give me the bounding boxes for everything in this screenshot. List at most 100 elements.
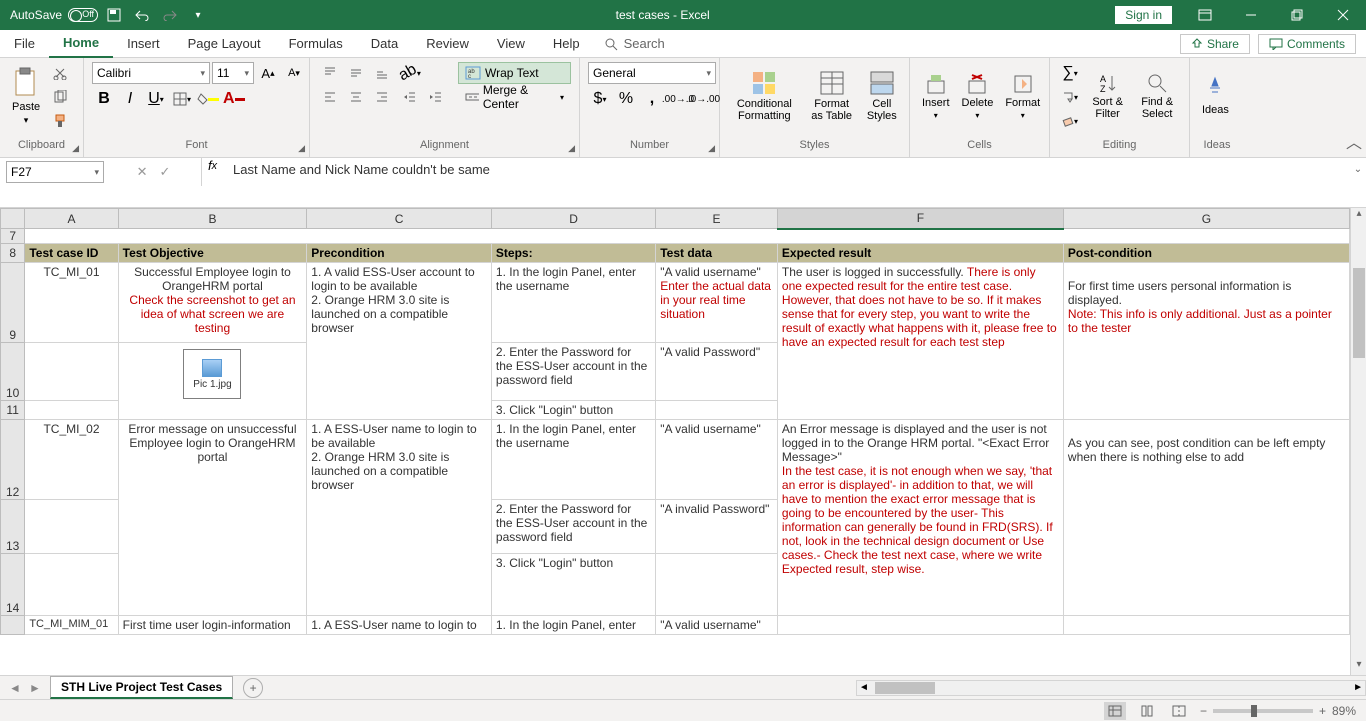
col-header-a[interactable]: A — [25, 209, 118, 229]
align-bottom-button[interactable] — [370, 62, 394, 84]
normal-view-button[interactable] — [1104, 702, 1126, 720]
align-center-button[interactable] — [344, 86, 368, 108]
tab-insert[interactable]: Insert — [113, 30, 174, 58]
conditional-formatting-button[interactable]: Conditional Formatting — [728, 62, 801, 130]
clipboard-launcher[interactable]: ◢ — [72, 143, 79, 154]
cell-c12[interactable]: 1. A ESS-User name to login to be availa… — [307, 420, 492, 616]
accounting-button[interactable]: $▾ — [588, 88, 612, 110]
cell-f9[interactable]: The user is logged in successfully. Ther… — [777, 263, 1063, 420]
cell-b12[interactable]: Error message on unsuccessful Employee l… — [118, 420, 307, 616]
cell-g9[interactable]: For first time users personal informatio… — [1063, 263, 1349, 420]
comma-button[interactable]: , — [640, 88, 664, 110]
cell-f8[interactable]: Expected result — [777, 244, 1063, 263]
cell-e15[interactable]: "A valid username" — [656, 616, 778, 635]
italic-button[interactable]: I — [118, 88, 142, 110]
orientation-button[interactable]: ab▾ — [398, 62, 422, 84]
col-header-c[interactable]: C — [307, 209, 492, 229]
maximize-button[interactable] — [1274, 0, 1320, 30]
sort-filter-button[interactable]: AZSort & Filter — [1086, 62, 1129, 130]
name-box[interactable]: F27▾ — [6, 161, 104, 183]
ribbon-display-icon[interactable] — [1182, 0, 1228, 30]
cell-c8[interactable]: Precondition — [307, 244, 492, 263]
new-sheet-button[interactable]: + — [243, 678, 263, 698]
signin-button[interactable]: Sign in — [1115, 6, 1172, 24]
cell-e8[interactable]: Test data — [656, 244, 778, 263]
fill-button[interactable]: ▾ — [1058, 86, 1082, 108]
tab-review[interactable]: Review — [412, 30, 483, 58]
zoom-out-button[interactable]: − — [1200, 704, 1207, 718]
cut-button[interactable] — [48, 62, 72, 84]
row-header-10[interactable]: 10 — [1, 343, 25, 401]
cell-e13[interactable]: "A invalid Password" — [656, 500, 778, 554]
page-break-view-button[interactable] — [1168, 702, 1190, 720]
hscroll-thumb[interactable] — [875, 682, 935, 694]
cell-f12[interactable]: An Error message is displayed and the us… — [777, 420, 1063, 616]
alignment-launcher[interactable]: ◢ — [568, 143, 575, 154]
wrap-text-button[interactable]: abcWrap Text — [458, 62, 571, 84]
cell-b8[interactable]: Test Objective — [118, 244, 307, 263]
cell-e11[interactable] — [656, 401, 778, 420]
fill-color-button[interactable] — [196, 88, 220, 110]
col-header-b[interactable]: B — [118, 209, 307, 229]
tab-home[interactable]: Home — [49, 30, 113, 58]
row-header-13[interactable]: 13 — [1, 500, 25, 554]
align-right-button[interactable] — [370, 86, 394, 108]
tab-formulas[interactable]: Formulas — [275, 30, 357, 58]
scroll-down-icon[interactable]: ▾ — [1351, 659, 1366, 675]
undo-button[interactable] — [130, 3, 154, 27]
tab-page-layout[interactable]: Page Layout — [174, 30, 275, 58]
align-top-button[interactable] — [318, 62, 342, 84]
format-as-table-button[interactable]: Format as Table — [805, 62, 859, 130]
row-header-9[interactable]: 9 — [1, 263, 25, 343]
cell-a10[interactable] — [25, 343, 118, 401]
cell-a11[interactable] — [25, 401, 118, 420]
number-format-combo[interactable]: General▾ — [588, 62, 716, 84]
cell-g15[interactable] — [1063, 616, 1349, 635]
autosave-toggle[interactable]: AutoSave Off — [10, 8, 98, 22]
font-size-combo[interactable]: 11▾ — [212, 62, 254, 84]
paste-button[interactable]: Paste ▾ — [8, 62, 44, 130]
cell-e9[interactable]: "A valid username"Enter the actual data … — [656, 263, 778, 343]
delete-cells-button[interactable]: Delete▾ — [958, 62, 998, 130]
expand-formula-bar[interactable]: ⌄ — [1350, 158, 1366, 175]
cell-f15[interactable] — [777, 616, 1063, 635]
cell-a14[interactable] — [25, 554, 118, 616]
cell-g8[interactable]: Post-condition — [1063, 244, 1349, 263]
find-select-button[interactable]: Find & Select — [1133, 62, 1181, 130]
cell-a13[interactable] — [25, 500, 118, 554]
font-color-button[interactable]: A — [222, 88, 246, 110]
spreadsheet-grid[interactable]: A B C D E F G 7 8 Test case ID Test Obje… — [0, 208, 1350, 675]
cell-a9[interactable]: TC_MI_01 — [25, 263, 118, 343]
scroll-thumb[interactable] — [1353, 268, 1365, 358]
autosum-button[interactable]: ∑▾ — [1058, 62, 1082, 84]
zoom-slider[interactable] — [1213, 709, 1313, 713]
col-header-d[interactable]: D — [491, 209, 655, 229]
cancel-formula-icon[interactable]: ✕ — [137, 164, 148, 180]
zoom-in-button[interactable]: + — [1319, 704, 1326, 718]
redo-button[interactable] — [158, 3, 182, 27]
vertical-scrollbar[interactable]: ▴ ▾ — [1350, 208, 1366, 675]
share-button[interactable]: Share — [1180, 34, 1250, 54]
row-header-12[interactable]: 12 — [1, 420, 25, 500]
col-header-e[interactable]: E — [656, 209, 778, 229]
cell-c15[interactable]: 1. A ESS-User name to login to — [307, 616, 492, 635]
cell-d12[interactable]: 1. In the login Panel, enter the usernam… — [491, 420, 655, 500]
borders-button[interactable]: ▾ — [170, 88, 194, 110]
cell-e14[interactable] — [656, 554, 778, 616]
increase-decimal-button[interactable]: .00→.0 — [666, 88, 690, 110]
grow-font-button[interactable]: A▴ — [256, 62, 280, 84]
format-painter-button[interactable] — [48, 110, 72, 132]
zoom-level[interactable]: 89% — [1332, 704, 1356, 718]
number-launcher[interactable]: ◢ — [708, 143, 715, 154]
close-button[interactable] — [1320, 0, 1366, 30]
cell-c9[interactable]: 1. A valid ESS-User account to login to … — [307, 263, 492, 420]
cell-a8[interactable]: Test case ID — [25, 244, 118, 263]
font-name-combo[interactable]: Calibri▾ — [92, 62, 210, 84]
cell-e10[interactable]: "A valid Password" — [656, 343, 778, 401]
horizontal-scrollbar[interactable]: ◄► — [856, 680, 1366, 696]
cell-b9[interactable]: Successful Employee login to OrangeHRM p… — [118, 263, 307, 343]
tab-file[interactable]: File — [0, 30, 49, 58]
sheet-tab-active[interactable]: STH Live Project Test Cases — [50, 676, 233, 699]
sheet-nav-first[interactable]: ◄ — [6, 681, 24, 695]
sheet-nav-prev[interactable]: ► — [26, 681, 44, 695]
